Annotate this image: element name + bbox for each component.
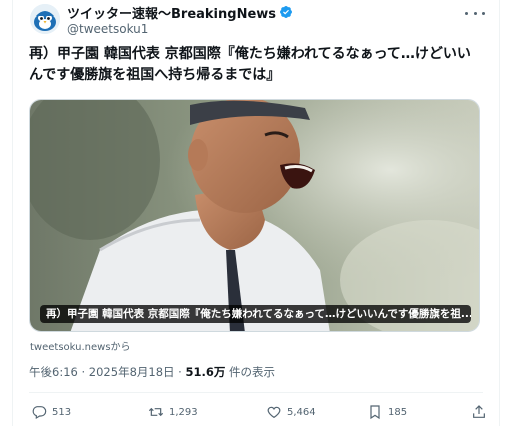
bird-icon	[30, 4, 60, 34]
like-count: 5,464	[287, 406, 316, 418]
media-image	[30, 100, 479, 331]
more-options-icon[interactable]	[465, 6, 485, 20]
meta-separator: ·	[178, 365, 182, 379]
bookmark-count: 185	[388, 406, 408, 418]
retweet-icon	[148, 407, 164, 417]
reply-count: 513	[52, 406, 72, 418]
share-icon	[473, 405, 485, 418]
divider	[29, 392, 483, 393]
tweet-card: ツイッター速報〜BreakingNews @tweetsoku1 再）甲子園 韓…	[12, 0, 500, 426]
like-button[interactable]: 5,464	[266, 402, 316, 422]
verified-badge-icon	[280, 6, 293, 18]
link-source[interactable]: tweetsoku.newsから	[30, 338, 131, 353]
name-row[interactable]: ツイッター速報〜BreakingNews	[67, 3, 293, 22]
bookmark-icon	[370, 405, 380, 420]
action-bar: 513 1,293 5,464 185	[29, 402, 485, 422]
bookmark-button[interactable]: 185	[367, 402, 407, 422]
retweet-button[interactable]: 1,293	[148, 402, 198, 422]
share-button[interactable]	[471, 402, 487, 422]
reply-icon	[32, 406, 47, 420]
views-count: 51.6万	[185, 365, 226, 379]
heart-icon	[267, 406, 281, 419]
reply-button[interactable]: 513	[31, 402, 71, 422]
tweet-meta: 午後6:16 · 2025年8月18日 · 51.6万 件の表示	[29, 364, 275, 380]
views-label: 件の表示	[229, 365, 276, 379]
tweet-date[interactable]: 2025年8月18日	[89, 365, 175, 379]
handle[interactable]: @tweetsoku1	[67, 22, 148, 36]
avatar[interactable]	[30, 4, 60, 34]
tweet-media[interactable]: 再）甲子園 韓国代表 京都国際『俺たち嫌われてるなぁって…けどいいんです優勝旗を…	[29, 99, 480, 332]
meta-separator: ·	[81, 365, 86, 379]
retweet-count: 1,293	[169, 406, 198, 418]
tweet-text: 再）甲子園 韓国代表 京都国際『俺たち嫌われてるなぁって…けどいいんです優勝旗を…	[29, 46, 471, 83]
display-name[interactable]: ツイッター速報〜BreakingNews	[67, 3, 276, 22]
media-caption: 再）甲子園 韓国代表 京都国際『俺たち嫌われてるなぁって…けどいいんです優勝旗を…	[40, 305, 471, 323]
tweet-time[interactable]: 午後6:16	[29, 365, 78, 379]
